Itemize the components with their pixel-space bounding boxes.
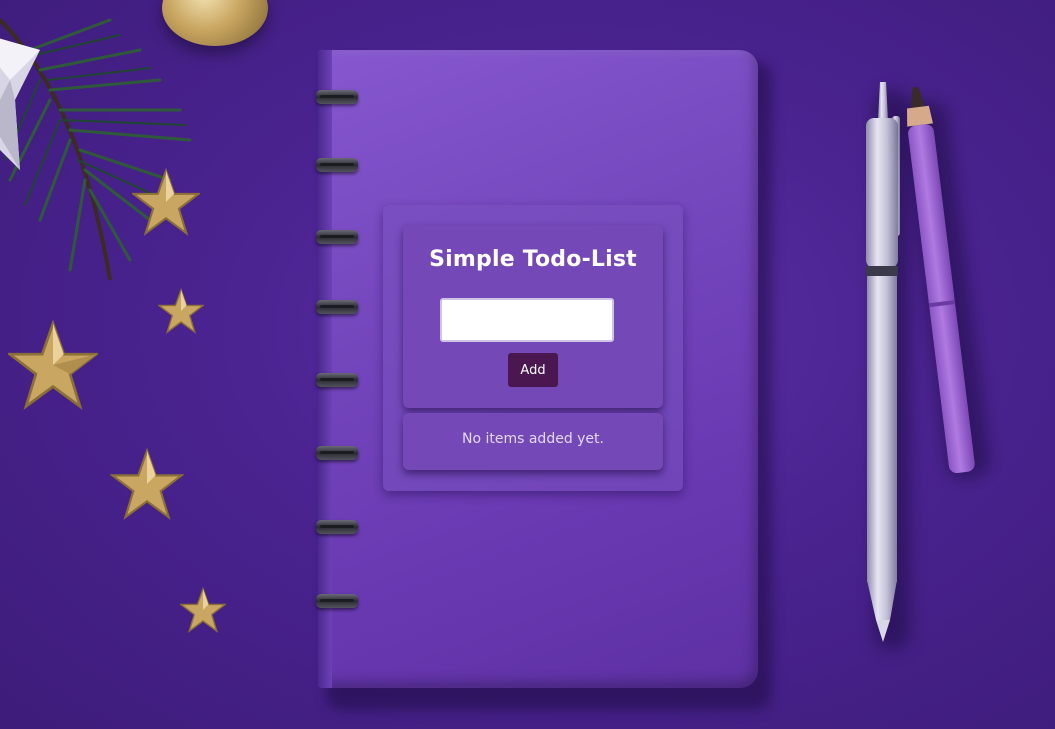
purple-pencil-decoration xyxy=(906,86,975,474)
notebook-ring xyxy=(316,230,358,244)
add-button[interactable]: Add xyxy=(508,353,558,387)
silver-pen-decoration xyxy=(866,82,900,642)
notebook-spine xyxy=(318,50,332,688)
notebook-ring xyxy=(316,446,358,460)
notebook-ring xyxy=(316,594,358,608)
gold-star-decoration xyxy=(132,167,200,236)
gold-star-decoration xyxy=(110,448,184,520)
notebook-ring xyxy=(316,520,358,534)
notebook-ring xyxy=(316,158,358,172)
empty-list-message: No items added yet. xyxy=(461,431,604,447)
silver-star-decoration xyxy=(0,38,40,170)
todo-list-card: No items added yet. xyxy=(403,413,663,470)
todo-app-container: Simple Todo-List Add No items added yet. xyxy=(383,205,683,491)
todo-form-card: Simple Todo-List Add xyxy=(403,225,663,408)
notebook-ring xyxy=(316,373,358,387)
gold-star-decoration xyxy=(8,319,98,410)
todo-input[interactable] xyxy=(440,298,614,342)
app-title: Simple Todo-List xyxy=(429,247,637,272)
gold-star-decoration xyxy=(158,288,204,334)
gold-star-decoration xyxy=(180,586,226,633)
notebook-ring xyxy=(316,300,358,314)
notebook-ring xyxy=(316,90,358,104)
